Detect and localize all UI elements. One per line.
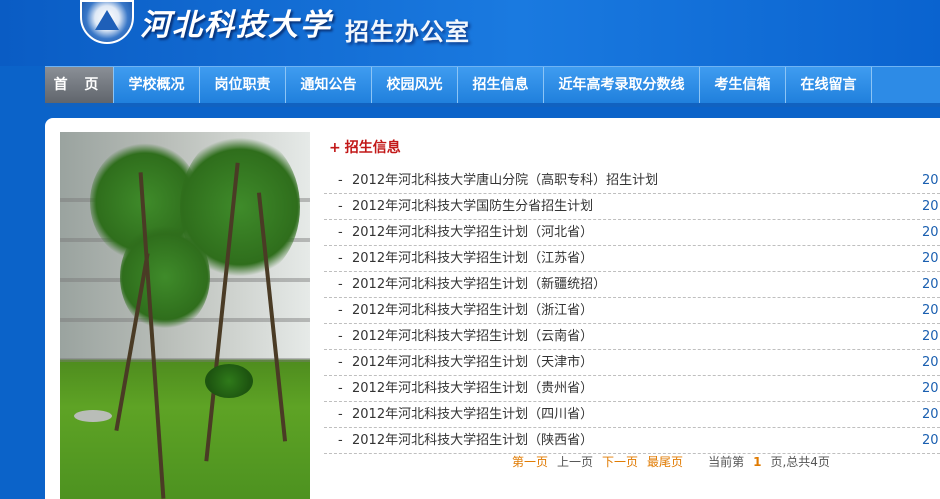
bullet: - [338, 329, 343, 344]
pagination: 第一页 上一页 下一页 最尾页 当前第 1 页,总共4页 [512, 453, 848, 470]
bullet: - [338, 381, 343, 396]
list-item: -2012年河北科技大学招生计划（新疆统招） 20 [324, 272, 940, 298]
news-date: 20 [922, 433, 939, 448]
site-header: 河北科技大学 招生办公室 [0, 0, 940, 66]
bullet: - [338, 355, 343, 370]
bullet: - [338, 433, 343, 448]
bullet: - [338, 303, 343, 318]
section-title-label: 招生信息 [344, 140, 401, 156]
news-link[interactable]: 2012年河北科技大学唐山分院（高职专科）招生计划 [352, 168, 658, 194]
bullet: - [338, 407, 343, 422]
nav-item-campus-scenery[interactable]: 校园风光 [372, 67, 458, 104]
current-page-number: 1 [753, 455, 762, 469]
office-name: 招生办公室 [345, 18, 470, 46]
news-date: 20 [922, 381, 939, 396]
list-item: -2012年河北科技大学招生计划（河北省） 20 [324, 220, 940, 246]
news-date: 20 [922, 199, 939, 214]
page-info: 当前第 1 页,总共4页 [708, 455, 839, 469]
school-name-logo: 河北科技大学 [140, 8, 332, 43]
nav-item-admission-info[interactable]: 招生信息 [458, 67, 544, 104]
nav-item-admission-scores[interactable]: 近年高考录取分数线 [544, 67, 700, 104]
nav-item-school-overview[interactable]: 学校概况 [114, 67, 200, 104]
bullet: - [338, 199, 343, 214]
main-nav: 首 页 学校概况 岗位职责 通知公告 校园风光 招生信息 近年高考录取分数线 考… [45, 66, 940, 104]
nav-item-notices[interactable]: 通知公告 [286, 67, 372, 104]
news-date: 20 [922, 173, 939, 188]
school-emblem-logo[interactable] [80, 0, 134, 44]
news-date: 20 [922, 303, 939, 318]
news-date: 20 [922, 329, 939, 344]
news-date: 20 [922, 277, 939, 292]
nav-item-message-board[interactable]: 在线留言 [786, 67, 872, 104]
news-link[interactable]: 2012年河北科技大学招生计划（浙江省） [352, 298, 593, 324]
news-date: 20 [922, 355, 939, 370]
next-page-link[interactable]: 下一页 [602, 455, 638, 469]
nav-item-duties[interactable]: 岗位职责 [200, 67, 286, 104]
bullet: - [338, 173, 343, 188]
list-item: -2012年河北科技大学招生计划（云南省） 20 [324, 324, 940, 350]
list-item: -2012年河北科技大学招生计划（江苏省） 20 [324, 246, 940, 272]
news-link[interactable]: 2012年河北科技大学招生计划（河北省） [352, 220, 593, 246]
list-item: -2012年河北科技大学国防生分省招生计划 20 [324, 194, 940, 220]
news-link[interactable]: 2012年河北科技大学招生计划（四川省） [352, 402, 593, 428]
news-date: 20 [922, 225, 939, 240]
section-title: + 招生信息 [329, 137, 401, 157]
nav-underbar [45, 103, 940, 107]
first-page-link[interactable]: 第一页 [512, 455, 548, 469]
list-item: -2012年河北科技大学招生计划（贵州省） 20 [324, 376, 940, 402]
news-link[interactable]: 2012年河北科技大学招生计划（江苏省） [352, 246, 593, 272]
list-item: -2012年河北科技大学招生计划（陕西省） 20 [324, 428, 940, 454]
list-item: -2012年河北科技大学唐山分院（高职专科）招生计划 20 [324, 168, 940, 194]
nav-item-home[interactable]: 首 页 [45, 67, 114, 104]
news-link[interactable]: 2012年河北科技大学招生计划（云南省） [352, 324, 593, 350]
page-info-prefix: 当前第 [708, 455, 745, 469]
news-link[interactable]: 2012年河北科技大学国防生分省招生计划 [352, 194, 593, 220]
bullet: - [338, 225, 343, 240]
bullet: - [338, 251, 343, 266]
news-link[interactable]: 2012年河北科技大学招生计划（天津市） [352, 350, 593, 376]
plus-icon: + [329, 140, 341, 156]
list-item: -2012年河北科技大学招生计划（天津市） 20 [324, 350, 940, 376]
news-link[interactable]: 2012年河北科技大学招生计划（贵州省） [352, 376, 593, 402]
list-item: -2012年河北科技大学招生计划（四川省） 20 [324, 402, 940, 428]
page-info-suffix: 页,总共4页 [770, 455, 830, 469]
bullet: - [338, 277, 343, 292]
prev-page-link[interactable]: 上一页 [557, 455, 593, 469]
news-date: 20 [922, 407, 939, 422]
news-link[interactable]: 2012年河北科技大学招生计划（新疆统招） [352, 272, 606, 298]
nav-item-mailbox[interactable]: 考生信箱 [700, 67, 786, 104]
news-list: -2012年河北科技大学唐山分院（高职专科）招生计划 20 -2012年河北科技大… [324, 168, 940, 454]
last-page-link[interactable]: 最尾页 [647, 455, 683, 469]
campus-photo [60, 132, 310, 499]
list-item: -2012年河北科技大学招生计划（浙江省） 20 [324, 298, 940, 324]
news-link[interactable]: 2012年河北科技大学招生计划（陕西省） [352, 428, 593, 454]
news-date: 20 [922, 251, 939, 266]
